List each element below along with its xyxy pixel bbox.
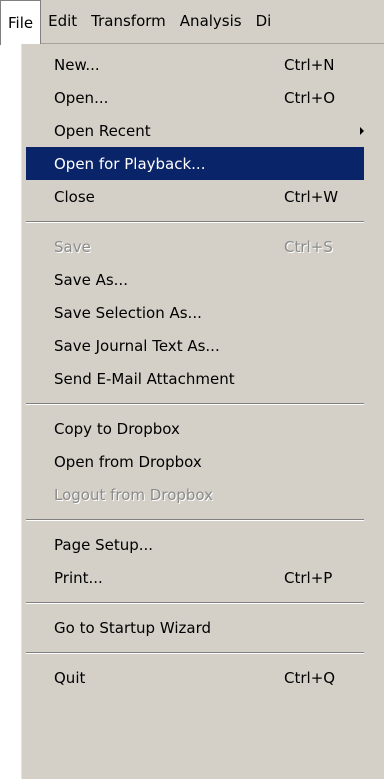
menu-item-copy-to-dropbox[interactable]: Copy to Dropbox (26, 412, 364, 445)
menu-item-label: Save Journal Text As... (54, 336, 220, 355)
menu-item-label: Copy to Dropbox (54, 419, 180, 438)
menu-item-label: Open from Dropbox (54, 452, 202, 471)
menu-item-logout-from-dropbox: Logout from Dropbox (26, 478, 364, 511)
application-screen: File Edit Transform Analysis Di New... C… (0, 0, 384, 779)
menu-item-label: Send E-Mail Attachment (54, 369, 235, 388)
menu-separator (26, 594, 364, 611)
menu-item-label: Close (54, 187, 95, 206)
menu-partially-visible[interactable]: Di (249, 5, 279, 38)
menu-separator (26, 644, 364, 661)
menu-item-print[interactable]: Print... Ctrl+P (26, 561, 364, 594)
menu-item-label: Open... (54, 88, 109, 107)
menu-bar: File Edit Transform Analysis Di (0, 0, 384, 45)
menu-item-open-recent[interactable]: Open Recent (26, 114, 364, 147)
menu-item-shortcut: Ctrl+N (284, 55, 335, 74)
menu-item-label: Go to Startup Wizard (54, 618, 211, 637)
menu-separator (26, 213, 364, 230)
menu-separator (26, 395, 364, 412)
menu-transform[interactable]: Transform (84, 5, 173, 38)
menu-item-shortcut: Ctrl+W (284, 187, 339, 206)
menu-analysis[interactable]: Analysis (173, 5, 249, 38)
menu-item-label: Open Recent (54, 121, 151, 140)
menu-item-close[interactable]: Close Ctrl+W (26, 180, 364, 213)
menu-item-label: Open for Playback... (54, 154, 206, 173)
menu-item-label: Save (54, 237, 91, 256)
menu-item-send-email-attachment[interactable]: Send E-Mail Attachment (26, 362, 364, 395)
menu-item-new[interactable]: New... Ctrl+N (26, 48, 364, 81)
menu-item-page-setup[interactable]: Page Setup... (26, 528, 364, 561)
file-menu-dropdown: New... Ctrl+N Open... Ctrl+O Open Recent… (20, 44, 384, 779)
submenu-arrow-icon (360, 126, 364, 135)
menu-item-label: Quit (54, 668, 86, 687)
menu-item-open-for-playback[interactable]: Open for Playback... (26, 147, 364, 180)
menu-item-save-journal-text-as[interactable]: Save Journal Text As... (26, 329, 364, 362)
menu-item-label: Save As... (54, 270, 128, 289)
menu-item-open-from-dropbox[interactable]: Open from Dropbox (26, 445, 364, 478)
menu-item-label: New... (54, 55, 100, 74)
menu-item-open[interactable]: Open... Ctrl+O (26, 81, 364, 114)
menu-item-shortcut: Ctrl+P (284, 568, 333, 587)
menu-item-save: Save Ctrl+S (26, 230, 364, 263)
menu-edit[interactable]: Edit (41, 5, 84, 38)
menu-item-shortcut: Ctrl+O (284, 88, 336, 107)
menu-item-label: Page Setup... (54, 535, 154, 554)
menu-item-go-to-startup-wizard[interactable]: Go to Startup Wizard (26, 611, 364, 644)
menu-file[interactable]: File (0, 0, 42, 45)
menu-item-label: Save Selection As... (54, 303, 202, 322)
menu-item-label: Logout from Dropbox (54, 485, 214, 504)
menu-separator (26, 511, 364, 528)
menu-item-save-as[interactable]: Save As... (26, 263, 364, 296)
menu-item-shortcut: Ctrl+S (284, 237, 333, 256)
menu-item-quit[interactable]: Quit Ctrl+Q (26, 661, 364, 694)
menu-item-shortcut: Ctrl+Q (284, 668, 336, 687)
menu-item-save-selection-as[interactable]: Save Selection As... (26, 296, 364, 329)
menu-item-label: Print... (54, 568, 103, 587)
